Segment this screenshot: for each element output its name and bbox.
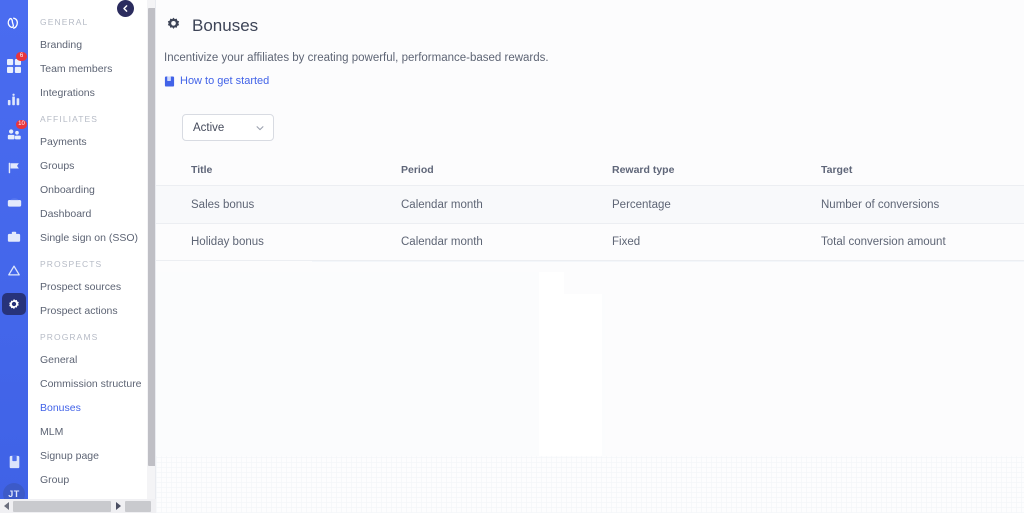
status-filter-wrap: Active (182, 114, 1024, 141)
content-divider (312, 261, 1024, 262)
rail-item-briefcase[interactable] (2, 225, 26, 247)
nav-section-general: GENERAL (40, 17, 89, 27)
table-body: Sales bonus Calendar month Percentage Nu… (156, 185, 1024, 261)
sidebar-nav-list: GENERAL Branding Team members Integratio… (28, 0, 155, 513)
sidebar-hscroll-end-block[interactable] (125, 500, 151, 512)
nav-section-programs: PROGRAMS (40, 332, 99, 342)
sidebar-hscroll-thumb[interactable] (13, 500, 111, 512)
add-bonus-button[interactable]: + Add bonus (183, 281, 280, 308)
plus-icon: + (197, 286, 205, 302)
sidebar-nav: GENERAL Branding Team members Integratio… (28, 0, 156, 513)
sidebar-item-onboarding[interactable]: Onboarding (28, 178, 155, 202)
rail-badge-grid: 6 (16, 52, 27, 61)
sidebar-collapse-button[interactable] (117, 0, 134, 17)
rail-item-settings[interactable] (2, 293, 26, 315)
rail-bottom-group: JT (0, 451, 28, 505)
nav-section-prospects: PROSPECTS (40, 259, 103, 269)
ghost-artifact (602, 294, 605, 458)
sidebar-item-group[interactable]: Group (28, 468, 155, 492)
how-to-get-started-label: How to get started (180, 75, 270, 87)
sidebar-item-sso[interactable]: Single sign on (SSO) (28, 226, 155, 250)
column-header-title: Title (191, 164, 213, 176)
cell-target: Number of conversions (821, 198, 940, 211)
nav-section-affiliates: AFFILIATES (40, 114, 99, 124)
cell-target: Total conversion amount (821, 236, 946, 248)
page-header: Bonuses Incentivize your affiliates by c… (156, 0, 1024, 87)
cell-reward-type: Fixed (612, 236, 641, 248)
sidebar-item-dashboard[interactable]: Dashboard (28, 202, 155, 226)
rail-item-list: 6 10 (0, 52, 28, 315)
page-title: Bonuses (192, 16, 259, 35)
column-header-reward-type: Reward type (612, 164, 675, 176)
rail-badge-affiliates: 10 (16, 120, 27, 129)
ghost-artifact (539, 272, 564, 294)
sidebar-item-bonuses[interactable]: Bonuses (28, 396, 155, 420)
app-window: 6 10 JT GENERAL Branding Team members In… (0, 0, 1024, 513)
sidebar-scrollbar-thumb[interactable] (148, 8, 155, 466)
table-row[interactable]: Sales bonus Calendar month Percentage Nu… (156, 185, 1024, 223)
scroll-left-arrow-icon[interactable] (0, 499, 13, 513)
table-header-row: Title Period Reward type Target (156, 155, 1024, 185)
sidebar-item-branding[interactable]: Branding (28, 33, 155, 57)
table-header: Title Period Reward type Target (156, 155, 1024, 185)
sidebar-item-integrations[interactable]: Integrations (28, 81, 155, 105)
rail-item-book[interactable] (2, 451, 26, 473)
cell-period: Calendar month (401, 236, 483, 248)
cell-title: Holiday bonus (191, 236, 264, 248)
cell-period: Calendar month (401, 198, 483, 211)
rail-item-grid-dashboard[interactable]: 6 (2, 52, 27, 77)
main-content: Bonuses Incentivize your affiliates by c… (156, 0, 1024, 513)
sidebar-item-team-members[interactable]: Team members (28, 57, 155, 81)
icon-rail: 6 10 JT (0, 0, 28, 513)
status-filter-select[interactable]: Active (182, 114, 274, 141)
add-bonus-label: Add bonus (210, 288, 266, 301)
chevron-down-icon (255, 123, 265, 133)
rail-item-inbox-tray[interactable] (2, 191, 26, 213)
page-title-row: Bonuses (164, 14, 1024, 38)
rail-item-affiliates[interactable]: 10 (2, 120, 27, 145)
status-filter-value: Active (193, 121, 225, 134)
cell-title: Sales bonus (191, 198, 255, 211)
scroll-right-arrow-icon[interactable] (111, 499, 124, 513)
sidebar-item-commission-structure[interactable]: Commission structure (28, 372, 155, 396)
column-header-target: Target (821, 164, 853, 176)
texture-band (156, 456, 1024, 513)
column-header-period: Period (401, 164, 434, 176)
brand-logo-icon[interactable] (3, 13, 25, 35)
sidebar-item-signup-page[interactable]: Signup page (28, 444, 155, 468)
gear-settings-icon (164, 14, 183, 38)
book-icon (164, 75, 175, 87)
rail-item-cone-triangle[interactable] (2, 259, 26, 281)
sidebar-horizontal-scrollbar[interactable] (0, 499, 156, 513)
how-to-get-started-link[interactable]: How to get started (164, 75, 1024, 87)
rail-item-flag[interactable] (2, 157, 26, 179)
rail-item-bar-chart[interactable] (2, 89, 26, 111)
bonuses-table: Title Period Reward type Target Sales bo… (156, 155, 1024, 261)
sidebar-item-payments[interactable]: Payments (28, 130, 155, 154)
sidebar-item-prospect-actions[interactable]: Prospect actions (28, 299, 155, 323)
table-row[interactable]: Holiday bonus Calendar month Fixed Total… (156, 223, 1024, 261)
ghost-artifact (539, 294, 602, 458)
sidebar-item-groups[interactable]: Groups (28, 154, 155, 178)
page-subtitle: Incentivize your affiliates by creating … (164, 52, 549, 64)
sidebar-item-general[interactable]: General (28, 348, 155, 372)
cell-reward-type: Percentage (612, 198, 671, 211)
sidebar-item-prospect-sources[interactable]: Prospect sources (28, 275, 155, 299)
sidebar-item-mlm[interactable]: MLM (28, 420, 155, 444)
